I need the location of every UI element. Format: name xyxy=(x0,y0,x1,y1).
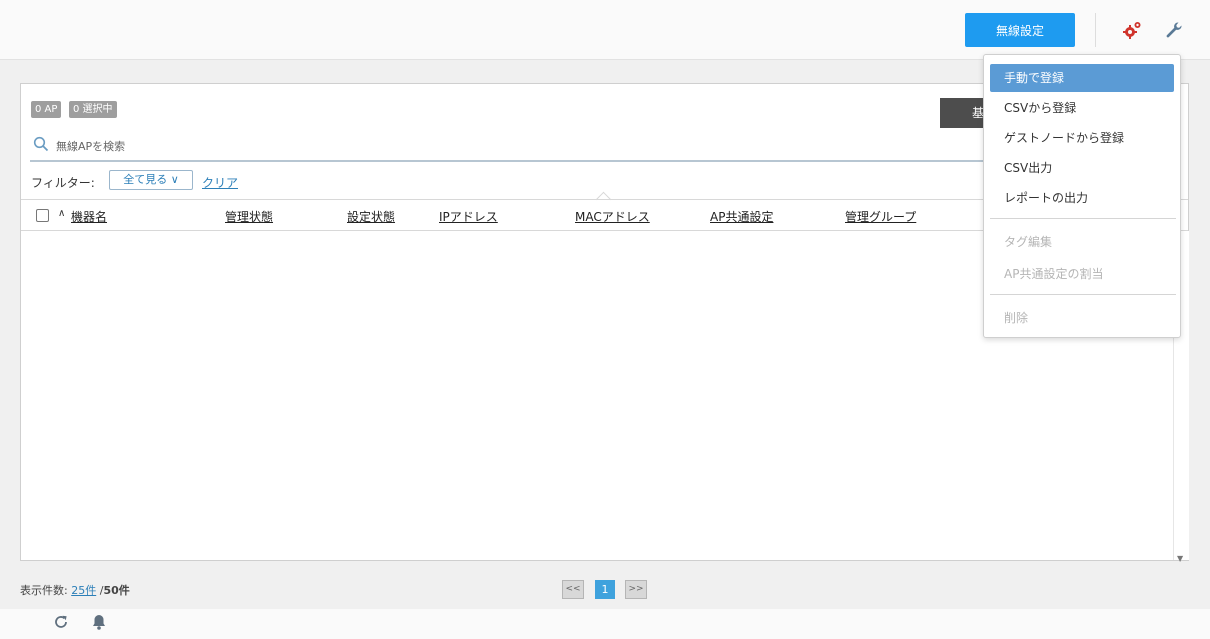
sort-ascending-icon[interactable]: ∧ xyxy=(58,208,65,219)
wrench-icon[interactable] xyxy=(1164,20,1184,40)
search-input[interactable] xyxy=(54,134,658,158)
toolbar-divider xyxy=(1095,13,1096,47)
refresh-icon[interactable] xyxy=(52,613,70,631)
column-device-name[interactable]: 機器名 xyxy=(71,208,107,225)
scroll-down-arrow-icon[interactable]: ▼ xyxy=(1177,554,1183,563)
page-size-link[interactable]: 25件 xyxy=(71,584,96,597)
menu-item-tag-edit: タグ編集 xyxy=(1004,235,1053,249)
page-size-label: 表示件数: xyxy=(20,584,68,597)
menu-divider xyxy=(990,218,1176,219)
menu-item-report-export[interactable]: レポートの出力 xyxy=(990,184,1174,212)
pager-prev-button[interactable]: << xyxy=(562,580,584,599)
page-size-info: 表示件数: 25件 /50件 xyxy=(20,582,130,598)
gear-icon[interactable] xyxy=(1121,20,1143,40)
bottom-bar xyxy=(0,609,1210,639)
bell-icon[interactable] xyxy=(91,613,107,631)
ap-count-badge: 0 AP xyxy=(31,101,62,118)
column-config-status[interactable]: 設定状態 xyxy=(347,208,395,225)
total-count: 50件 xyxy=(103,584,130,597)
column-mac-address[interactable]: MACアドレス xyxy=(575,208,650,225)
filter-dropdown[interactable]: 全て見る ∨ xyxy=(109,170,193,190)
menu-item-guest-node-register[interactable]: ゲストノードから登録 xyxy=(990,124,1174,152)
menu-divider xyxy=(990,294,1176,295)
column-management-group[interactable]: 管理グループ xyxy=(845,208,916,225)
menu-item-delete: 削除 xyxy=(1004,311,1029,325)
search-icon xyxy=(33,136,49,152)
column-ip-address[interactable]: IPアドレス xyxy=(439,208,498,225)
top-bar: 無線設定 xyxy=(0,0,1210,60)
menu-item-assign-ap-common-settings: AP共通設定の割当 xyxy=(1004,267,1104,281)
clear-filter-link[interactable]: クリア xyxy=(202,174,238,191)
column-ap-common-settings[interactable]: AP共通設定 xyxy=(710,208,773,225)
menu-item-csv-import[interactable]: CSVから登録 xyxy=(990,94,1174,122)
select-all-checkbox[interactable] xyxy=(36,209,49,222)
column-management-status[interactable]: 管理状態 xyxy=(225,208,273,225)
selected-count-badge: 0 選択中 xyxy=(69,101,117,118)
tools-dropdown-menu: 手動で登録 CSVから登録 ゲストノードから登録 CSV出力 レポートの出力 タ… xyxy=(983,54,1181,338)
menu-item-manual-register[interactable]: 手動で登録 xyxy=(990,64,1174,92)
filter-label: フィルター: xyxy=(31,176,95,190)
menu-item-csv-export[interactable]: CSV出力 xyxy=(990,154,1174,182)
wireless-settings-button[interactable]: 無線設定 xyxy=(965,13,1075,47)
pager-page-1[interactable]: 1 xyxy=(595,580,615,599)
pager-next-button[interactable]: >> xyxy=(625,580,647,599)
